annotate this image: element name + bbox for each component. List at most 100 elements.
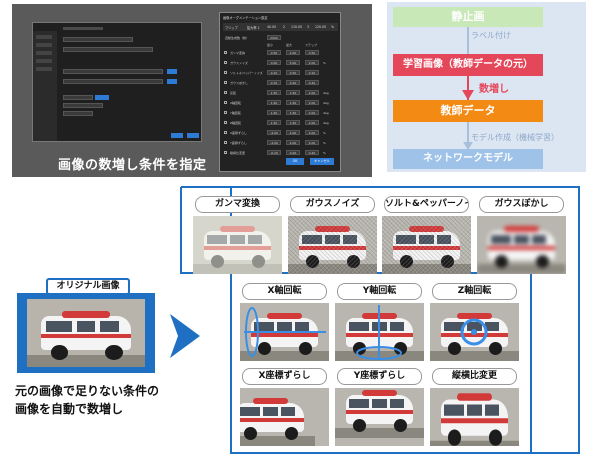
ratio-value[interactable]: 40.00 xyxy=(267,25,276,29)
param-label: Z軸回転 xyxy=(230,121,242,125)
model-step-label: モデル作成（機械学習） xyxy=(471,133,559,142)
dialog-ok-button[interactable]: OK xyxy=(286,158,304,165)
static-image-box: 静止画 xyxy=(393,7,543,27)
option-field[interactable] xyxy=(63,111,93,116)
generate-count-row: 自動生成数（枚） 2000 xyxy=(223,35,338,41)
param-step-input[interactable]: 2.00 xyxy=(305,60,319,65)
param-step-input[interactable]: 0.40 xyxy=(305,80,319,85)
param-step-input[interactable]: 2.00 xyxy=(305,100,319,105)
param-max-input[interactable]: 2.00 xyxy=(286,50,300,55)
augment-param-row: 反転 1.50 1.50 2.00 deg xyxy=(223,90,338,96)
screenshot-caption: 画像の数増し条件を指定 xyxy=(58,158,207,173)
param-max-input[interactable]: 1.50 xyxy=(286,110,300,115)
dialog-cancel-button[interactable]: キャンセル xyxy=(310,158,334,165)
param-step-input[interactable]: 2.00 xyxy=(305,120,319,125)
param-step-input[interactable]: 4.00 xyxy=(305,130,319,135)
param-checkbox[interactable] xyxy=(224,81,227,84)
ratio-value[interactable]: 3 xyxy=(307,25,309,29)
param-max-input[interactable]: 1.50 xyxy=(286,90,300,95)
augment-param-row: Y座標ずらし -4.00 4.00 4.00% xyxy=(223,140,338,146)
param-checkbox[interactable] xyxy=(224,131,227,134)
augmentation-label: Z軸回転 xyxy=(432,283,517,300)
param-unit: deg xyxy=(323,121,329,125)
augment-step-label: 数増し xyxy=(479,84,509,95)
param-unit: % xyxy=(323,151,326,155)
param-min-input[interactable]: 1.50 xyxy=(267,90,281,95)
ratio-value[interactable]: 110.00 xyxy=(291,25,302,29)
param-step-input[interactable]: 2.00 xyxy=(305,90,319,95)
ratio-label: 拡大率 1 xyxy=(247,26,260,30)
description-line: 元の画像で足りない条件の xyxy=(15,384,160,398)
param-label: X座標ずらし xyxy=(230,131,248,135)
param-min-input[interactable]: -0.20 xyxy=(267,150,281,155)
original-image-frame xyxy=(17,293,155,373)
augmentation-dialog: 画像オーグメンテーション設定 フリップ 拡大率 1 40.00 2 110.00… xyxy=(219,12,341,172)
param-max-input[interactable]: 4.00 xyxy=(286,130,300,135)
param-min-input[interactable]: 0.00 xyxy=(267,60,281,65)
param-label: ガウスノイズ xyxy=(230,61,248,65)
param-max-input[interactable]: 0.40 xyxy=(286,80,300,85)
dataset-main-window xyxy=(32,22,202,142)
param-max-input[interactable]: 0.20 xyxy=(286,150,300,155)
augment-settings-button[interactable] xyxy=(95,95,109,100)
option-field[interactable] xyxy=(63,95,93,100)
param-checkbox[interactable] xyxy=(224,101,227,104)
param-step-input[interactable]: 4.00 xyxy=(305,140,319,145)
field-teacher-data[interactable] xyxy=(63,79,163,84)
param-checkbox[interactable] xyxy=(224,51,227,54)
augmented-image xyxy=(430,303,519,361)
augment-param-row: ガウスノイズ 0.00 5.00 2.00% xyxy=(223,60,338,66)
option-field[interactable] xyxy=(63,103,103,108)
param-min-input[interactable]: 1.50 xyxy=(267,100,281,105)
param-label: Y座標ずらし xyxy=(230,141,247,145)
ratio-value[interactable]: 120.00 xyxy=(315,25,326,29)
param-min-input[interactable]: -4.00 xyxy=(267,140,281,145)
param-step-input[interactable]: 0.20 xyxy=(305,150,319,155)
browse-button[interactable] xyxy=(167,69,177,74)
param-min-input[interactable]: 0.50 xyxy=(267,50,281,55)
param-max-input[interactable]: 1.50 xyxy=(286,100,300,105)
param-checkbox[interactable] xyxy=(224,151,227,154)
param-step-input[interactable]: 2.00 xyxy=(305,110,319,115)
teacher-data-box: 教師データ xyxy=(393,100,543,122)
ambulance-illustration xyxy=(27,299,145,367)
param-checkbox[interactable] xyxy=(224,71,227,74)
original-image-title: オリジナル画像 xyxy=(46,278,130,295)
field-training-data[interactable] xyxy=(63,37,133,42)
param-checkbox[interactable] xyxy=(224,91,227,94)
field-work-folder[interactable] xyxy=(63,47,153,52)
generate-count-input[interactable]: 2000 xyxy=(267,35,281,40)
generate-count-label: 自動生成数（枚） xyxy=(225,36,250,40)
param-checkbox[interactable] xyxy=(224,111,227,114)
close-button[interactable] xyxy=(187,133,199,138)
param-min-input[interactable]: 0.10 xyxy=(267,70,281,75)
flip-checkbox-label[interactable]: フリップ xyxy=(225,25,238,30)
augmentation-label: Y座標ずらし xyxy=(337,368,422,385)
augmentation-label: ガンマ変換 xyxy=(195,196,280,213)
augment-param-row: Z軸回転 1.50 1.50 2.00 deg xyxy=(223,120,338,126)
param-max-input[interactable]: 0.50 xyxy=(286,70,300,75)
param-checkbox[interactable] xyxy=(224,61,227,64)
param-checkbox[interactable] xyxy=(224,141,227,144)
param-unit: deg xyxy=(323,101,329,105)
param-max-input[interactable]: 4.00 xyxy=(286,140,300,145)
param-checkbox[interactable] xyxy=(224,121,227,124)
param-step-input[interactable]: 0.50 xyxy=(305,50,319,55)
augmented-image xyxy=(430,388,519,446)
browse-button[interactable] xyxy=(167,79,177,84)
augment-param-row: X軸回転 1.50 1.50 2.00 deg xyxy=(223,100,338,106)
param-min-input[interactable]: -4.00 xyxy=(267,130,281,135)
augmented-image xyxy=(335,388,424,446)
ratio-value[interactable]: 2 xyxy=(283,25,285,29)
param-max-input[interactable]: 1.50 xyxy=(286,120,300,125)
field-source-folder[interactable] xyxy=(63,69,163,74)
param-max-input[interactable]: 5.00 xyxy=(286,60,300,65)
param-min-input[interactable]: 1.50 xyxy=(267,120,281,125)
param-label: Y軸回転 xyxy=(230,111,241,115)
param-step-input[interactable]: 0.10 xyxy=(305,70,319,75)
param-min-input[interactable]: 1.50 xyxy=(267,110,281,115)
run-button[interactable] xyxy=(171,133,183,138)
description-line: 画像を自動で数増し xyxy=(15,402,124,416)
column-max: 最大 xyxy=(286,43,293,47)
param-min-input[interactable]: 0.10 xyxy=(267,80,281,85)
